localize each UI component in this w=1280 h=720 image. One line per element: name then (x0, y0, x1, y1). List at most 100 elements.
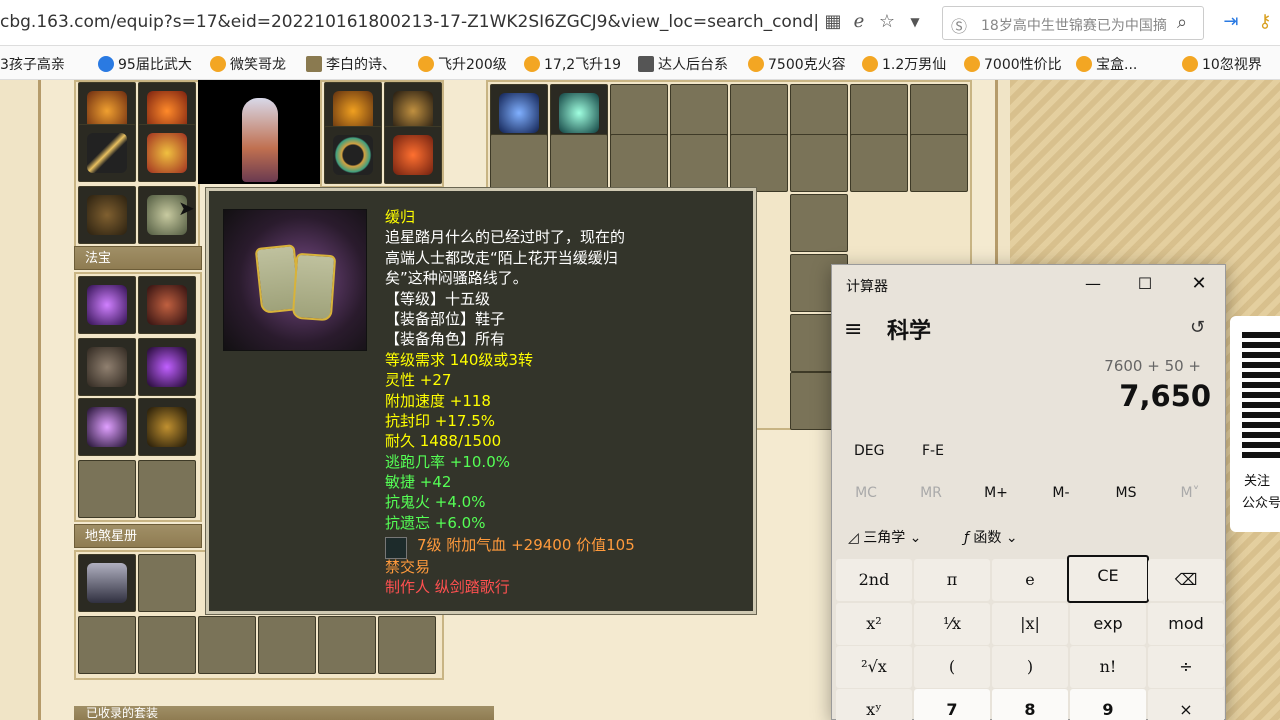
equip-slot-ring[interactable] (324, 126, 382, 184)
star-book-slot-empty[interactable] (138, 616, 196, 674)
fabao-slot-empty[interactable] (138, 460, 196, 518)
bookmark-item[interactable]: 10忽视界 (1182, 54, 1262, 74)
bookmark-item[interactable]: 1.2万男仙 (862, 54, 946, 74)
inventory-slot-empty[interactable] (850, 134, 908, 192)
fabao-slot[interactable] (78, 398, 136, 456)
history-icon[interactable]: ↺ (1190, 317, 1205, 338)
key-power[interactable]: xʸ (836, 689, 912, 720)
triangle-icon: ◿ (848, 530, 864, 546)
key-pi[interactable]: π (914, 559, 990, 601)
key-reciprocal[interactable]: ¹⁄x (914, 603, 990, 645)
bookmark-item[interactable]: 宝盒... (1076, 54, 1137, 74)
bookmark-item[interactable]: 达人后台系 (638, 54, 728, 74)
star-book-slot-empty[interactable] (78, 616, 136, 674)
grid-icon[interactable]: ▦ (822, 11, 844, 33)
inventory-slot-empty[interactable] (790, 134, 848, 192)
bookmark-item[interactable]: 微笑哥龙 (210, 54, 286, 74)
bookmark-item[interactable]: 7000性价比 (964, 54, 1062, 74)
fabao-slot[interactable] (138, 276, 196, 334)
fabao-slot[interactable] (78, 338, 136, 396)
minimize-icon[interactable]: — (1070, 269, 1116, 299)
item-stat-special: 敏捷 +42 (385, 473, 452, 491)
key-abs[interactable]: |x| (992, 603, 1068, 645)
mminus-button[interactable]: M- (1031, 485, 1091, 501)
chevron-down-icon: ⌄ (905, 530, 922, 546)
key-ce[interactable]: CE (1067, 555, 1149, 603)
star-book-slot-empty[interactable] (318, 616, 376, 674)
inventory-slot-empty[interactable] (670, 134, 728, 192)
item-requirement: 等级需求 140级或3转 (385, 351, 533, 369)
key-7[interactable]: 7 (914, 689, 990, 720)
key-mod[interactable]: mod (1148, 603, 1224, 645)
inventory-slot-empty[interactable] (550, 134, 608, 192)
bookmark-item[interactable]: 17,2飞升19 (524, 54, 621, 74)
mr-button[interactable]: MR (901, 485, 961, 501)
section-dishaxingce-label: 地煞星册 (74, 524, 202, 548)
item-stat: 抗封印 +17.5% (385, 412, 495, 430)
item-stat-special: 抗遗忘 +6.0% (385, 514, 486, 532)
inventory-slot-empty[interactable] (790, 194, 848, 252)
mplus-button[interactable]: M+ (966, 485, 1026, 501)
fabao-slot[interactable] (138, 338, 196, 396)
star-book-slot-empty[interactable] (378, 616, 436, 674)
key-8[interactable]: 8 (992, 689, 1068, 720)
deg-button[interactable]: DEG (854, 443, 884, 459)
close-icon[interactable]: ✕ (1176, 269, 1222, 299)
equip-slot-belt[interactable] (78, 186, 136, 244)
inventory-slot-empty[interactable] (730, 134, 788, 192)
fabao-slot[interactable] (138, 398, 196, 456)
key-9[interactable]: 9 (1070, 689, 1146, 720)
chevron-down-icon[interactable]: ▼ (904, 11, 926, 33)
ms-button[interactable]: MS (1096, 485, 1156, 501)
key-e[interactable]: e (992, 559, 1068, 601)
key-multiply[interactable]: × (1148, 689, 1224, 720)
equip-slot-armor[interactable] (138, 124, 196, 182)
equip-slot-weapon[interactable] (78, 124, 136, 182)
star-icon[interactable]: ☆ (876, 11, 898, 33)
login-icon[interactable]: ⇥ (1220, 11, 1242, 33)
fabao-slot-empty[interactable] (78, 460, 136, 518)
inventory-slot-empty[interactable] (610, 134, 668, 192)
accessory-slots-panel (320, 80, 444, 188)
bookmark-item[interactable]: 飞升200级 (418, 54, 507, 74)
section-fabao-label: 法宝 (74, 246, 202, 270)
star-book-slot-empty[interactable] (198, 616, 256, 674)
memory-list-button[interactable]: M˅ (1160, 485, 1220, 501)
qr-code (1242, 328, 1280, 458)
star-book-slot-empty[interactable] (138, 554, 196, 612)
key-divide[interactable]: ÷ (1148, 646, 1224, 688)
key-factorial[interactable]: n! (1070, 646, 1146, 688)
key-exp[interactable]: exp (1070, 603, 1146, 645)
bookmark-item[interactable]: 7500克火容 (748, 54, 846, 74)
inventory-slot-empty[interactable] (910, 134, 968, 192)
key-backspace[interactable]: ⌫ (1148, 559, 1224, 601)
address-bar[interactable]: cbg.163.com/equip?s=17&eid=2022101618002… (0, 12, 820, 32)
inventory-slot-empty[interactable] (490, 134, 548, 192)
key-2nd[interactable]: 2nd (836, 559, 912, 601)
qr-caption: 关注 (1244, 474, 1271, 489)
search-box[interactable]: Ⓢ 18岁高中生世锦赛已为中国摘 ⌕ (942, 6, 1204, 40)
mc-button[interactable]: MC (836, 485, 896, 501)
fe-button[interactable]: F-E (922, 443, 944, 459)
search-icon[interactable]: ⌕ (1177, 12, 1187, 33)
bookmark-item[interactable]: 3孩子高亲 (0, 54, 65, 74)
key-open-paren[interactable]: ( (914, 646, 990, 688)
key-close-paren[interactable]: ) (992, 646, 1068, 688)
maximize-icon[interactable]: ☐ (1122, 269, 1168, 299)
function-icon: ƒ (964, 530, 974, 546)
key-sqrt[interactable]: ²√x (836, 646, 912, 688)
key-icon[interactable]: ⚷ (1254, 11, 1276, 33)
star-book-slot[interactable] (78, 554, 136, 612)
edge-icon[interactable]: ℯ (848, 11, 870, 33)
item-stat-special: 逃跑几率 +10.0% (385, 453, 510, 471)
fabao-slot[interactable] (78, 276, 136, 334)
star-book-slot-empty[interactable] (258, 616, 316, 674)
bookmark-item[interactable]: 李白的诗、 (306, 54, 396, 74)
trigonometry-menu[interactable]: ◿ 三角学 ⌄ (848, 527, 921, 547)
equip-slot-charm[interactable] (384, 126, 442, 184)
search-input[interactable]: 18岁高中生世锦赛已为中国摘 (981, 15, 1171, 35)
function-menu[interactable]: ƒ 函数 ⌄ (964, 527, 1018, 547)
key-square[interactable]: x² (836, 603, 912, 645)
bookmark-item[interactable]: 95届比武大 (98, 54, 192, 74)
hamburger-menu-icon[interactable]: ≡ (844, 317, 862, 342)
